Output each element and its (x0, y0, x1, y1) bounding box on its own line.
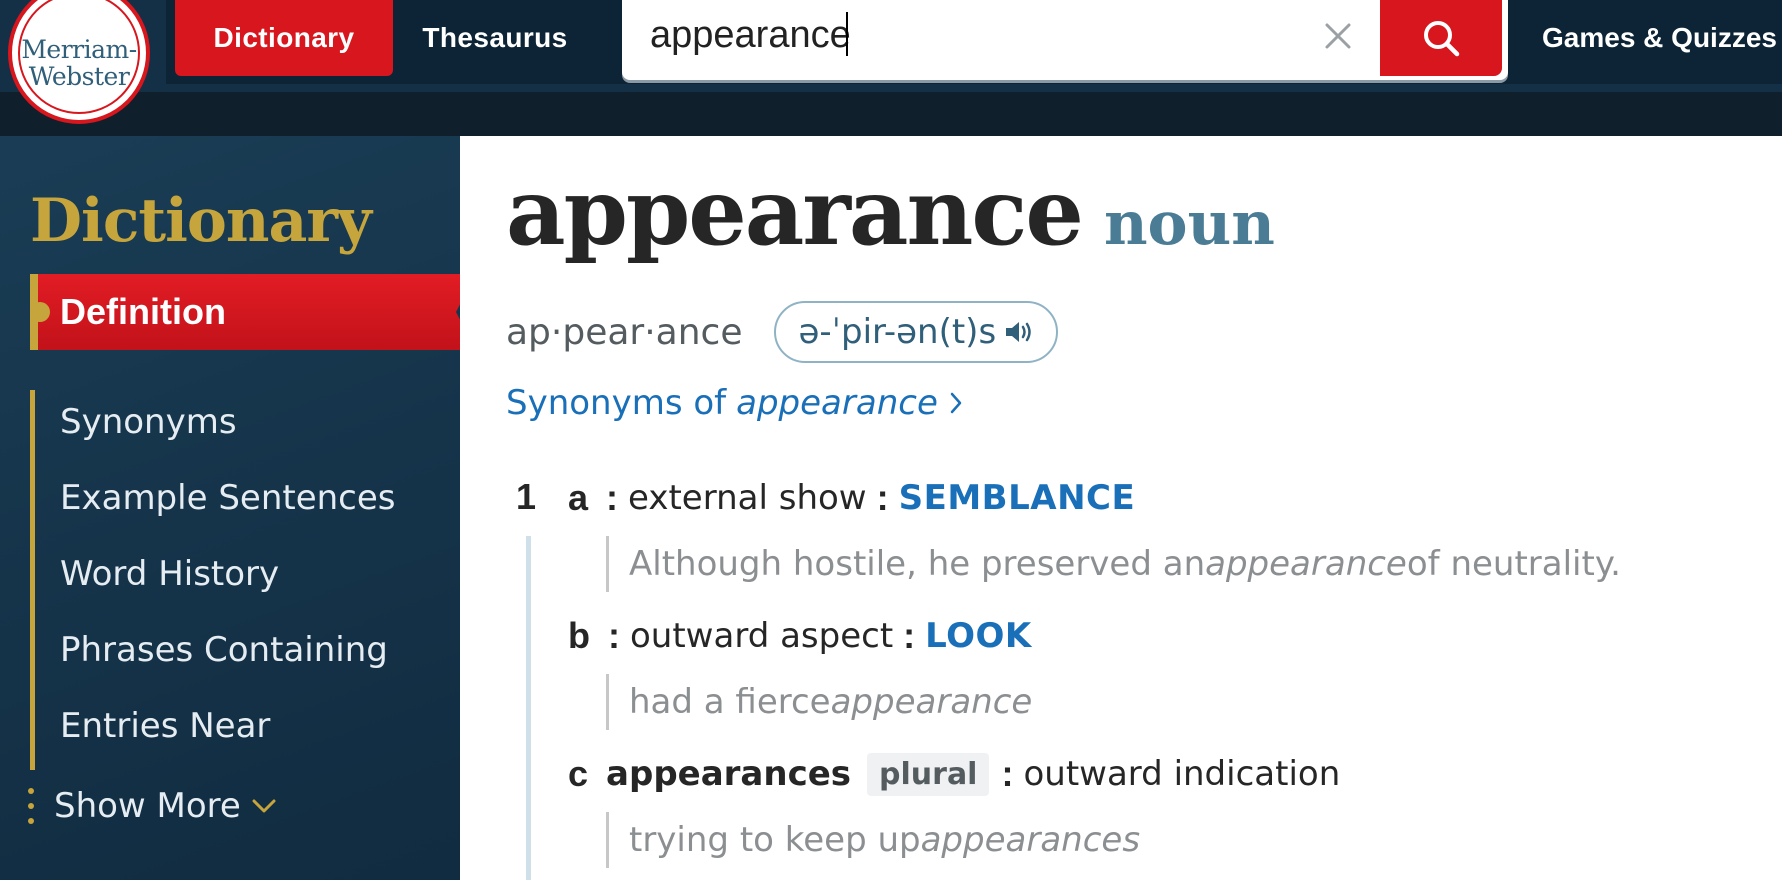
example-text-italic: appearance (830, 682, 1033, 722)
logo-line-2: Webster (28, 62, 130, 91)
sidebar: Dictionary Definition Synonyms Example S… (0, 136, 476, 880)
sidebar-item-example-sentences[interactable]: Example Sentences (60, 468, 395, 528)
headword: appearance (506, 158, 1084, 266)
synonyms-link[interactable]: Synonyms of appearance (506, 378, 964, 428)
sense-letter: b (568, 615, 590, 656)
sidebar-item-synonyms[interactable]: Synonyms (60, 392, 237, 452)
sense-definition: outward aspect (630, 616, 894, 656)
syllables: ap·pear·ance (506, 311, 743, 353)
example-text-before: Although hostile, he preserved an (629, 544, 1206, 584)
search-input[interactable] (650, 8, 1340, 62)
sense-colon: : (606, 477, 619, 518)
merriam-webster-logo[interactable]: Merriam- Webster (8, 0, 150, 124)
sidebar-item-definition[interactable]: Definition (30, 274, 476, 350)
sidebar-item-phrases-containing[interactable]: Phrases Containing (60, 620, 388, 680)
example-sentence: Although hostile, he preserved an appear… (606, 536, 1621, 592)
definition-number: 1 (516, 476, 537, 517)
sense-rail (526, 536, 531, 880)
sense-c: c appearances plural : outward indicatio… (568, 746, 1350, 802)
entry-content: appearance noun ap·pear·ance ə-ˈpir-ən(t… (460, 136, 1782, 880)
example-text-italic: appearance (1205, 544, 1407, 584)
example-text-after: of neutrality. (1406, 544, 1621, 584)
sense-definition: external show (628, 478, 867, 518)
search-bar (622, 0, 1508, 80)
show-more-button[interactable]: Show More (28, 776, 277, 836)
example-text-italic: appearances (920, 820, 1141, 860)
entry-header: appearance noun (506, 158, 1275, 266)
chevron-down-icon (252, 799, 276, 813)
dots-icon (28, 788, 34, 824)
sidebar-title: Dictionary (30, 186, 372, 256)
sense-b: b : outward aspect : LOOK (568, 608, 1032, 664)
sense-letter: a (568, 477, 589, 518)
sense-colon: : (608, 615, 620, 656)
search-button[interactable] (1380, 0, 1502, 76)
sense-letter: c (568, 753, 589, 794)
plural-label: plural (867, 752, 990, 796)
tab-dictionary[interactable]: Dictionary (175, 0, 393, 76)
pronunciation-text: ə-ˈpir-ən(t)s (798, 312, 997, 352)
part-of-speech[interactable]: noun (1104, 189, 1275, 259)
synonyms-link-word: appearance (736, 383, 938, 423)
close-icon (1325, 23, 1351, 49)
xref-link-semblance[interactable]: SEMBLANCE (899, 478, 1136, 518)
pronunciation-row: ap·pear·ance ə-ˈpir-ən(t)s (506, 300, 1059, 364)
text-caret (846, 12, 848, 56)
show-more-label: Show More (54, 786, 241, 826)
xref-colon: : (903, 615, 916, 656)
sense-colon: : (1001, 753, 1014, 794)
sidebar-item-word-history[interactable]: Word History (60, 544, 279, 604)
example-text-before: trying to keep up (629, 820, 921, 860)
example-sentence: trying to keep up appearances (606, 812, 1140, 868)
synonyms-link-prefix: Synonyms of (506, 383, 727, 423)
pronunciation-button[interactable]: ə-ˈpir-ən(t)s (774, 301, 1059, 363)
speaker-icon (1006, 322, 1031, 342)
games-quizzes-link[interactable]: Games & Quizzes (1542, 0, 1782, 76)
example-sentence: had a fierce appearance (606, 674, 1032, 730)
search-icon (1424, 21, 1460, 57)
inflected-form: appearances (606, 754, 852, 794)
example-text-before: had a fierce (629, 682, 831, 722)
sidebar-item-label: Definition (60, 291, 226, 332)
logo-line-1: Merriam- (21, 35, 137, 64)
sense-definition: outward indication (1023, 754, 1341, 794)
xref-colon: : (876, 477, 889, 518)
sidebar-item-entries-near[interactable]: Entries Near (60, 696, 270, 756)
clear-search-button[interactable] (1316, 14, 1360, 58)
xref-link-look[interactable]: LOOK (925, 616, 1032, 656)
tab-thesaurus[interactable]: Thesaurus (400, 0, 590, 76)
chevron-right-icon (950, 392, 962, 414)
sense-a: a : external show : SEMBLANCE (568, 470, 1135, 526)
site-header: Merriam- Webster Dictionary Thesaurus Ga… (0, 0, 1782, 136)
sidebar-rail (30, 390, 35, 770)
